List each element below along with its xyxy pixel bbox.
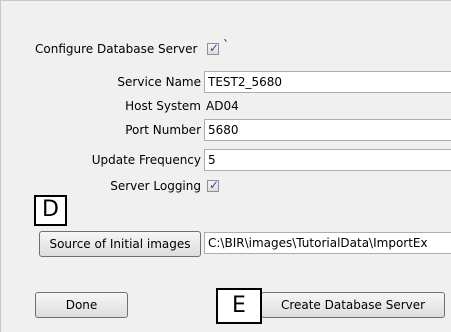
port-number-label: Port Number: [125, 123, 201, 137]
dialog-panel: Configure Database Server ✓ ` Service Na…: [0, 0, 451, 332]
source-of-initial-images-button[interactable]: Source of Initial images: [39, 231, 201, 257]
callout-e: E: [216, 288, 262, 324]
server-logging-checkbox[interactable]: ✓: [207, 178, 220, 192]
service-name-input[interactable]: TEST2_5680: [204, 71, 451, 93]
update-frequency-input[interactable]: 5: [204, 149, 451, 171]
port-number-input[interactable]: 5680: [204, 119, 451, 141]
configure-extra-mark: `: [223, 38, 229, 52]
host-system-label: Host System: [125, 99, 201, 113]
update-frequency-label: Update Frequency: [91, 153, 201, 167]
host-system-value: AD04: [206, 99, 239, 113]
configure-database-server-checkbox[interactable]: ✓: [207, 41, 220, 55]
source-path-input[interactable]: C:\BIR\images\TutorialData\ImportEx: [204, 232, 451, 254]
checkmark-icon: ✓: [209, 41, 220, 55]
create-database-server-button[interactable]: Create Database Server: [261, 292, 445, 318]
configure-database-server-label: Configure Database Server: [35, 42, 198, 56]
server-logging-label: Server Logging: [110, 179, 201, 193]
service-name-label: Service Name: [117, 75, 201, 89]
done-button[interactable]: Done: [35, 292, 128, 318]
checkmark-icon: ✓: [209, 178, 220, 192]
callout-d: D: [34, 195, 67, 226]
